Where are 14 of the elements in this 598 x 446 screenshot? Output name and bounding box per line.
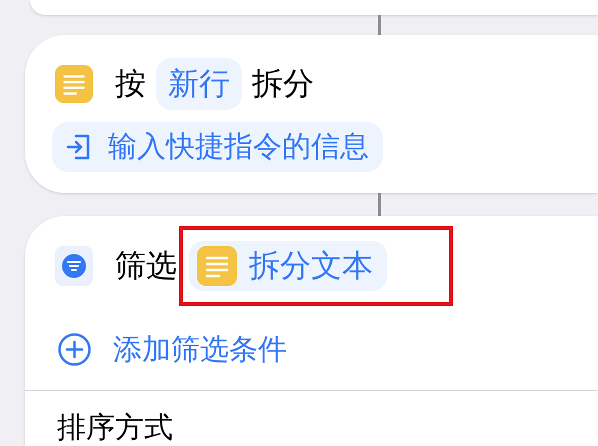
input-token[interactable]: 输入快捷指令的信息	[52, 122, 383, 172]
action-label: 筛选	[115, 246, 177, 286]
action-label: 拆分	[252, 64, 314, 104]
add-condition-button[interactable]: 添加筛选条件	[58, 328, 287, 372]
filter-icon	[55, 246, 93, 286]
input-arrow-icon	[66, 133, 92, 161]
split-text-card[interactable]: 按 新行 拆分 输入快捷指令的信息	[25, 35, 598, 193]
text-lines-icon	[55, 65, 93, 103]
variable-token[interactable]: 拆分文本	[189, 241, 387, 291]
text-lines-icon	[197, 246, 237, 286]
action-label: 按	[115, 64, 146, 104]
separator-token[interactable]: 新行	[156, 58, 242, 110]
plus-circle-icon	[58, 333, 91, 366]
sort-label: 排序方式	[57, 412, 174, 442]
